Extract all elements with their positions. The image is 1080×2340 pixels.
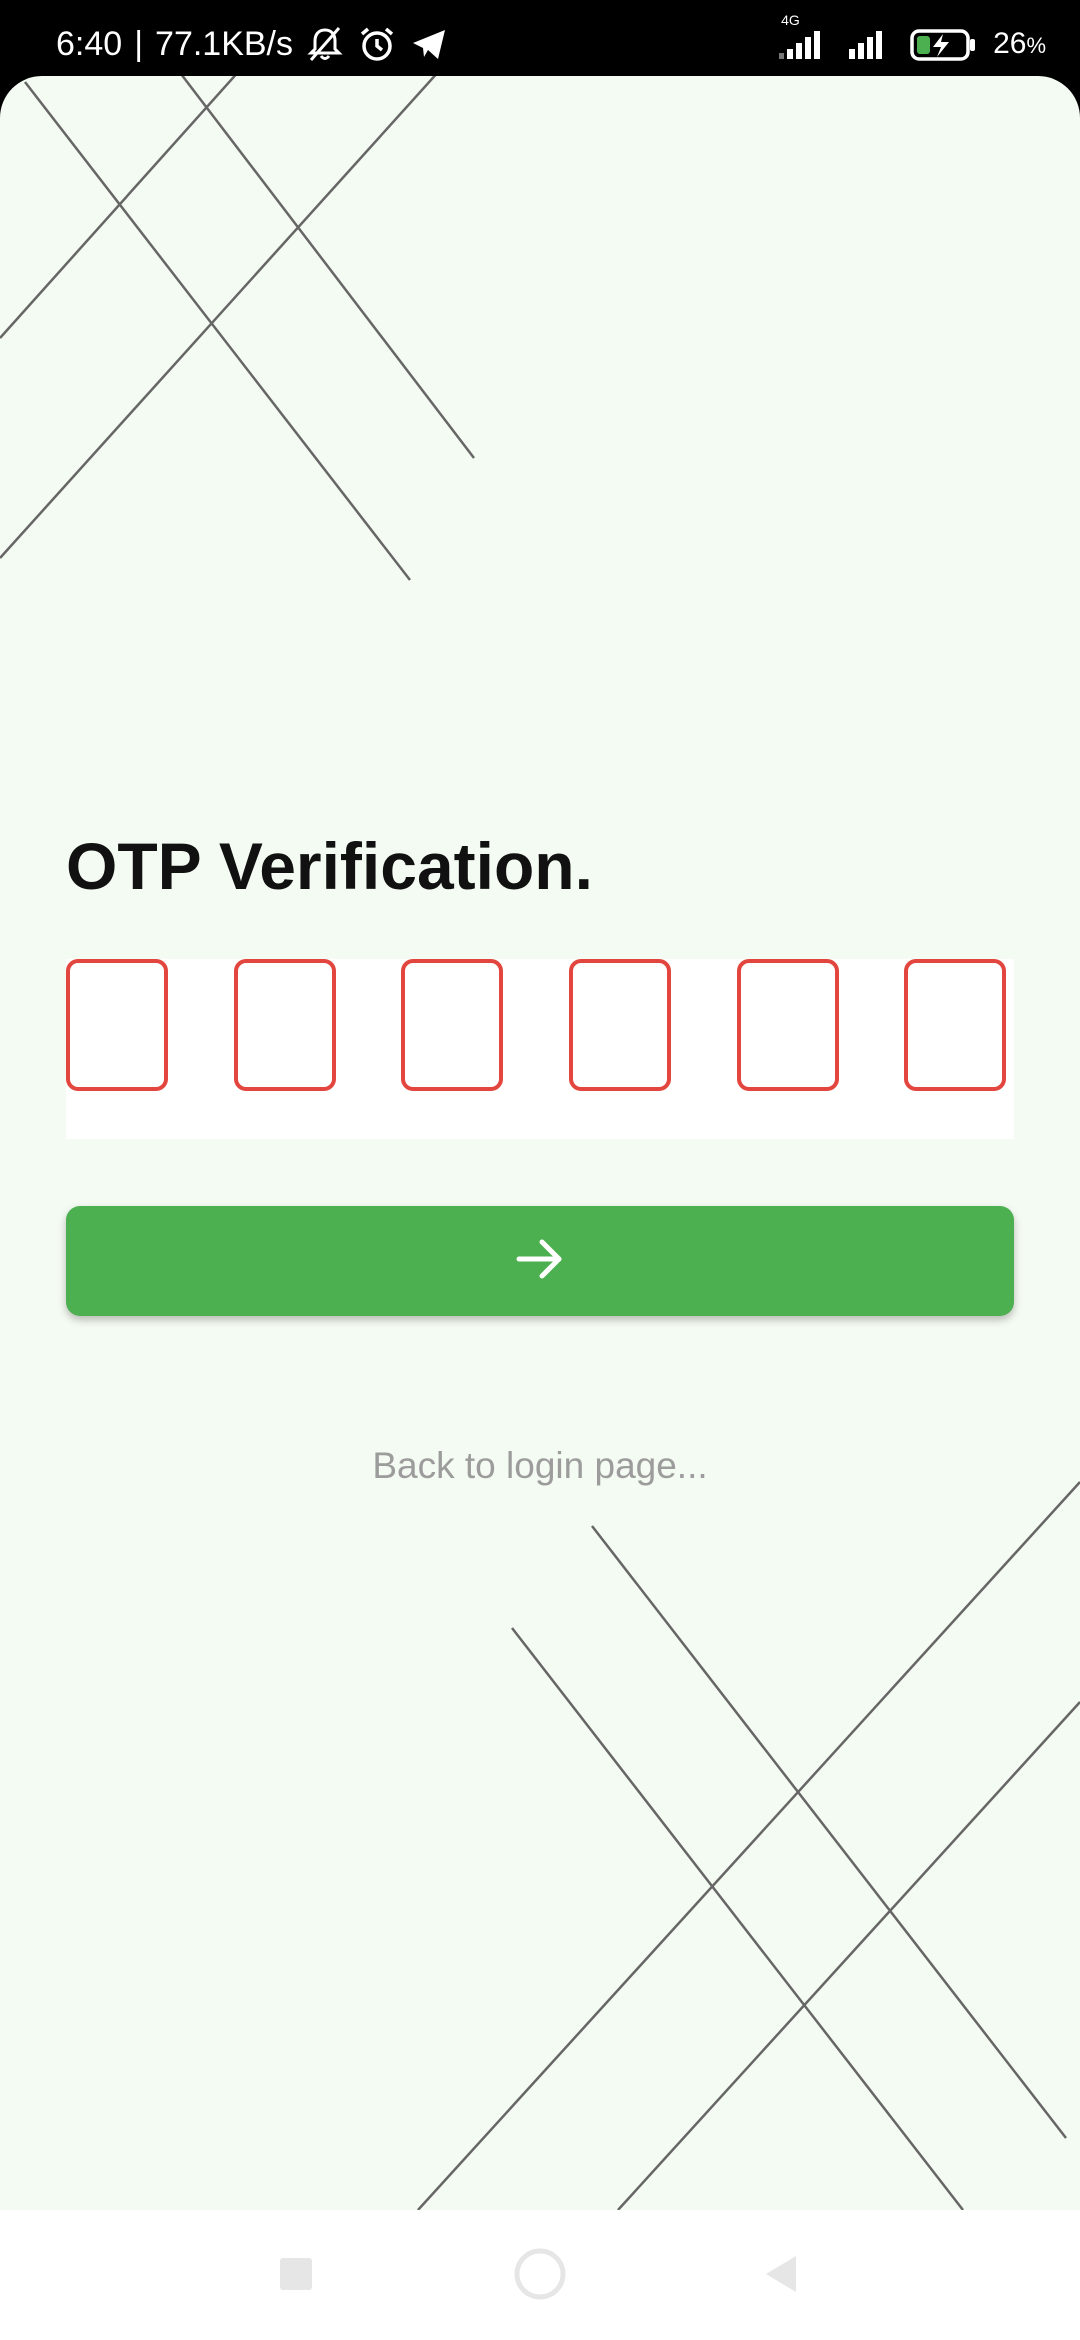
back-triangle-icon [760,2252,804,2301]
signal-icon [847,25,895,65]
deco-line-bottom-1 [591,1525,1067,2139]
battery-charging-icon [909,25,979,65]
status-right: 4G 26% [777,13,1046,66]
status-bar: 6:40 | 77.1KB/s 4G 26% [0,0,1080,78]
status-left: 6:40 | 77.1KB/s [56,24,449,64]
decorative-lines [0,76,1080,2210]
status-network-speed: 77.1KB/s [155,25,294,63]
otp-digit-1[interactable] [66,959,168,1091]
back-button[interactable] [744,2238,820,2314]
arrow-right-icon [514,1233,566,1290]
otp-digit-2[interactable] [234,959,336,1091]
otp-digit-5[interactable] [737,959,839,1091]
recents-button[interactable] [258,2238,334,2314]
status-time: 6:40 [56,25,123,63]
alarm-icon [357,24,397,64]
signal-4g-icon: 4G [777,13,833,65]
otp-digit-6[interactable] [904,959,1006,1091]
deco-line-top-1 [24,81,411,581]
status-separator: | [134,25,144,63]
deco-line-bottom-4 [617,1701,1080,2210]
network-type-label: 4G [781,12,800,28]
otp-digit-3[interactable] [401,959,503,1091]
otp-digit-4[interactable] [569,959,671,1091]
home-circle-icon [512,2246,568,2307]
back-to-login-link[interactable]: Back to login page... [0,1441,1080,1491]
deco-line-top-3 [0,76,237,339]
otp-input-group [66,959,1014,1139]
battery-percent: 26% [993,27,1046,60]
otp-screen: OTP Verification. Back to login page... [0,76,1080,2210]
deco-line-top-2 [181,76,475,459]
navigation-bar [0,2210,1080,2340]
home-button[interactable] [502,2238,578,2314]
muted-bell-icon [305,24,345,64]
page-title: OTP Verification. [66,829,593,903]
deco-line-bottom-3 [417,1481,1080,2210]
telegram-icon [409,24,449,64]
submit-button[interactable] [66,1206,1014,1316]
recents-square-icon [276,2254,316,2299]
deco-line-top-4 [0,76,437,559]
